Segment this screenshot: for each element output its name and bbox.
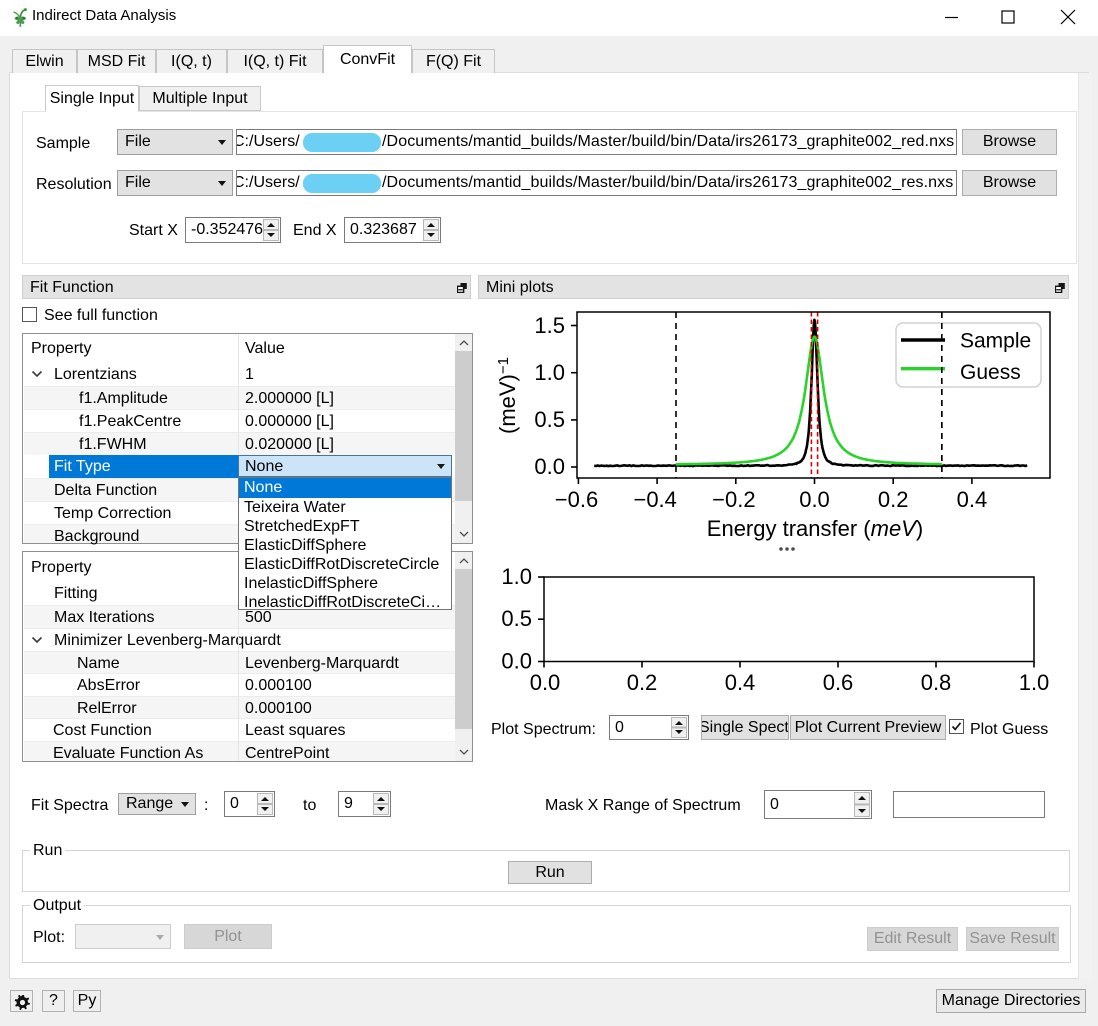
svg-text:0.5: 0.5 [534, 407, 565, 432]
svg-text:1.0: 1.0 [501, 564, 532, 589]
svg-text:0.8: 0.8 [921, 670, 952, 695]
svg-text:−0.4: −0.4 [633, 487, 676, 512]
svg-text:0.5: 0.5 [501, 606, 532, 631]
svg-text:0.4: 0.4 [725, 670, 756, 695]
svg-text:−0.2: −0.2 [712, 487, 755, 512]
svg-text:−0.6: −0.6 [555, 487, 598, 512]
svg-text:0.0: 0.0 [799, 487, 830, 512]
svg-text:1.0: 1.0 [1019, 670, 1050, 695]
svg-text:0.2: 0.2 [878, 487, 909, 512]
svg-text:Sample: Sample [960, 330, 1031, 353]
svg-text:(meV)−1: (meV)−1 [495, 357, 520, 434]
svg-text:0.4: 0.4 [957, 487, 988, 512]
svg-text:0.0: 0.0 [530, 670, 561, 695]
svg-text:0.0: 0.0 [534, 454, 565, 479]
svg-text:0.6: 0.6 [823, 670, 854, 695]
svg-text:0.2: 0.2 [627, 670, 658, 695]
svg-text:Energy transfer (meV): Energy transfer (meV) [707, 516, 923, 541]
svg-text:0.0: 0.0 [501, 649, 532, 674]
svg-text:1.0: 1.0 [534, 360, 565, 385]
svg-text:1.5: 1.5 [534, 313, 565, 338]
svg-text:Guess: Guess [960, 361, 1021, 384]
